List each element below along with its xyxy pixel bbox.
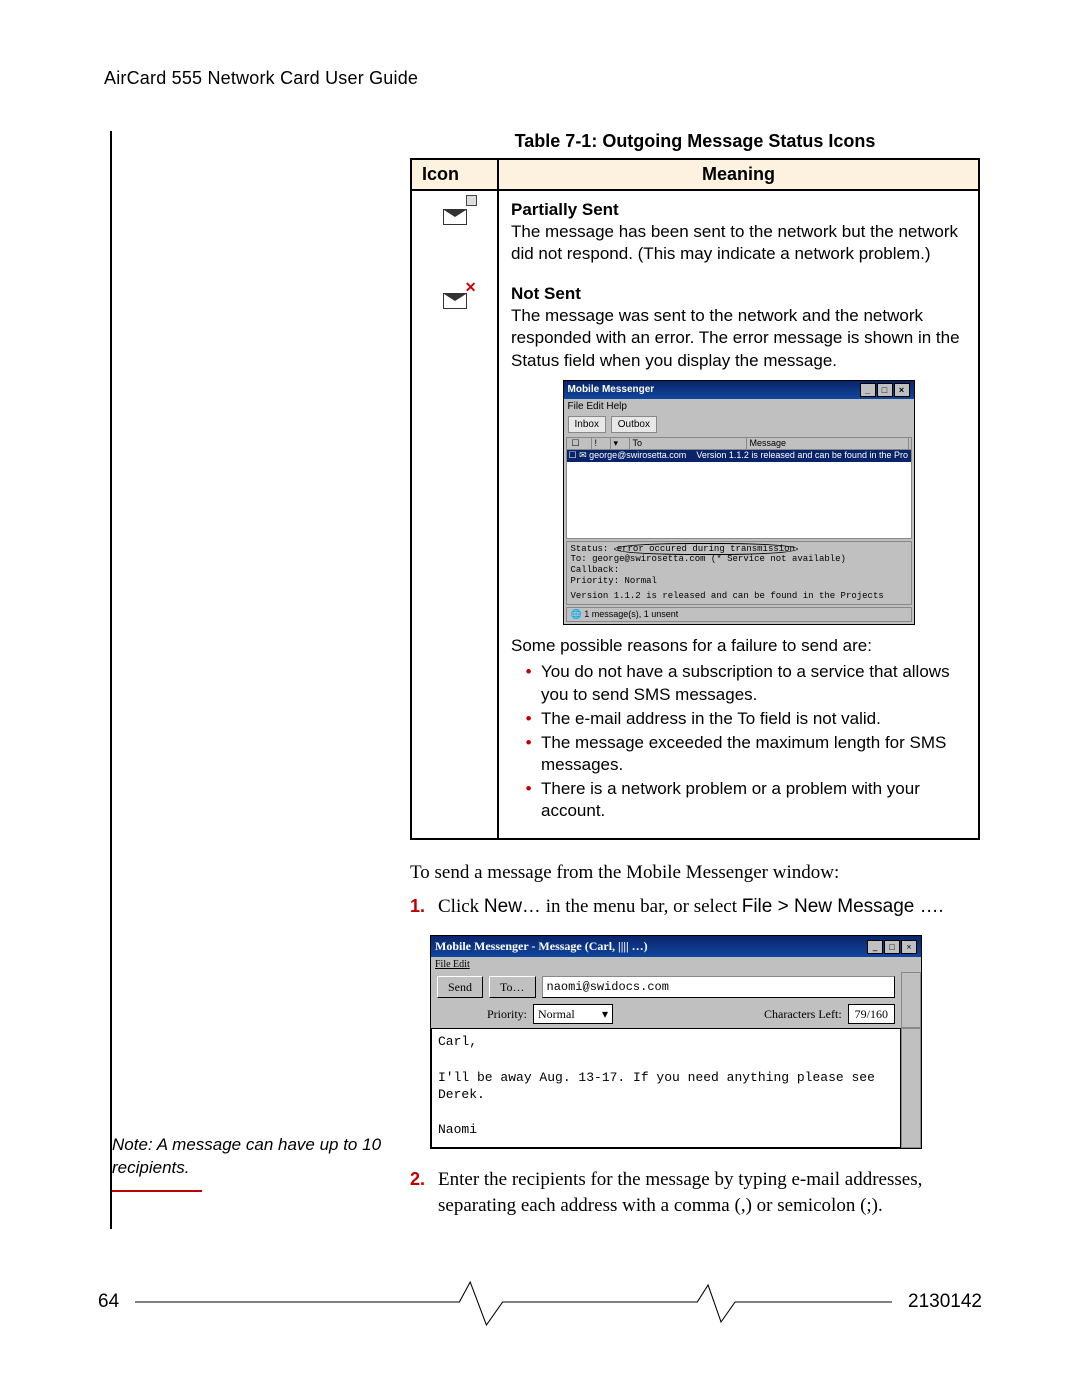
list-row[interactable]: ☐ ✉ george@swirosetta.com Version 1.1.2 …: [567, 450, 911, 462]
step-number: 1.: [410, 894, 438, 920]
chars-left-value: 79/160: [848, 1004, 895, 1024]
reason-item: The message exceeded the maximum length …: [541, 732, 966, 776]
scrollbar[interactable]: [901, 1028, 921, 1148]
titlebar: Mobile Messenger _□×: [564, 381, 914, 399]
menubar[interactable]: File Edit Help: [564, 399, 914, 414]
status-pane: Status: error occured during transmissio…: [566, 541, 912, 605]
col-icon: Icon: [411, 159, 498, 190]
status-body-line: Version 1.1.2 is released and can be fou…: [571, 591, 907, 602]
to-button[interactable]: To…: [489, 976, 536, 998]
list-col-to: To: [630, 438, 747, 450]
list-row-msg: Version 1.1.2 is released and can be fou…: [696, 450, 908, 460]
status-footer: 🌐 1 message(s), 1 unsent: [566, 607, 912, 623]
message-body[interactable]: Carl, I'll be away Aug. 13-17. If you ne…: [431, 1028, 901, 1148]
compose-window: Mobile Messenger - Message (Carl, |||| ……: [430, 935, 922, 1149]
col-meaning: Meaning: [498, 159, 979, 190]
to-field[interactable]: naomi@swidocs.com: [542, 976, 896, 998]
running-header: AirCard 555 Network Card User Guide: [0, 0, 1080, 89]
send-button[interactable]: Send: [437, 976, 483, 998]
margin-note: Note: A message can have up to 10 recipi…: [112, 1134, 382, 1192]
compose-menubar[interactable]: File Edit: [431, 957, 921, 973]
status-value: error occured during transmission: [614, 543, 798, 555]
page-footer: 64 2130142: [98, 1277, 982, 1327]
main-column: Table 7-1: Outgoing Message Status Icons…: [410, 131, 980, 1229]
instructions: To send a message from the Mobile Messen…: [410, 860, 980, 1219]
table-caption: Table 7-1: Outgoing Message Status Icons: [410, 131, 980, 152]
list-col-msg: Message: [747, 438, 909, 450]
reason-item: The e-mail address in the To field is no…: [541, 708, 966, 730]
priority-select[interactable]: Normal: [533, 1004, 613, 1024]
compose-title: Mobile Messenger - Message (Carl, |||| ……: [435, 938, 648, 954]
footer-divider-icon: [135, 1277, 892, 1327]
reason-item: You do not have a subscription to a serv…: [541, 661, 966, 705]
window-title: Mobile Messenger: [568, 383, 655, 397]
message-list[interactable]: ☐!▾ To Message ☐ ✉ george@swirosetta.com…: [566, 437, 912, 539]
step-number: 2.: [410, 1167, 438, 1218]
document-number: 2130142: [908, 1291, 982, 1313]
folder-tabs[interactable]: Inbox Outbox: [564, 414, 914, 435]
instructions-intro: To send a message from the Mobile Messen…: [410, 860, 980, 886]
compose-titlebar: Mobile Messenger - Message (Carl, |||| ……: [431, 936, 921, 956]
step-1: 1. Click New… in the menu bar, or select…: [410, 894, 980, 920]
chars-left-label: Characters Left:: [764, 1006, 842, 1022]
row-partially-sent: Partially Sent The message has been sent…: [411, 190, 979, 275]
scrollbar[interactable]: [901, 972, 921, 1028]
to-value: george@swirosetta.com (* Service not ava…: [592, 554, 846, 564]
window-controls[interactable]: _□×: [859, 383, 910, 397]
row1-body: The message has been sent to the network…: [511, 221, 966, 265]
margin-gutter: Note: A message can have up to 10 recipi…: [110, 131, 410, 1229]
menu-path: File > New Message …: [742, 896, 939, 917]
step-2-text: Enter the recipients for the message by …: [438, 1167, 980, 1218]
window-controls[interactable]: _□×: [866, 938, 917, 954]
callback-label: Callback:: [571, 565, 620, 575]
priority-label: Priority:: [487, 1006, 527, 1022]
row-not-sent: ✕ Not Sent The message was sent to the n…: [411, 275, 979, 839]
priority-label: Priority:: [571, 576, 620, 586]
tab-inbox[interactable]: Inbox: [568, 416, 606, 433]
row2-body: The message was sent to the network and …: [511, 305, 966, 371]
margin-note-rule: [112, 1190, 202, 1192]
margin-note-text: Note: A message can have up to 10 recipi…: [112, 1135, 381, 1177]
content-area: Note: A message can have up to 10 recipi…: [110, 89, 980, 1229]
partially-sent-icon: [443, 199, 467, 231]
status-icon-table: Icon Meaning Partially Sent The message …: [410, 158, 980, 840]
step-2: 2. Enter the recipients for the message …: [410, 1167, 980, 1218]
reasons-list: You do not have a subscription to a serv…: [511, 661, 966, 822]
reasons-intro: Some possible reasons for a failure to s…: [511, 635, 966, 657]
reason-item: There is a network problem or a problem …: [541, 778, 966, 822]
row1-heading: Partially Sent: [511, 199, 966, 221]
list-row-to: george@swirosetta.com: [589, 450, 686, 460]
menu-new: New…: [484, 896, 541, 917]
page-number: 64: [98, 1291, 119, 1313]
mobile-messenger-window: Mobile Messenger _□× File Edit Help Inbo…: [563, 380, 915, 626]
to-label: To:: [571, 554, 587, 564]
row2-heading: Not Sent: [511, 283, 966, 305]
priority-value: Normal: [625, 576, 657, 586]
not-sent-icon: ✕: [443, 283, 467, 315]
tab-outbox[interactable]: Outbox: [611, 416, 657, 433]
status-label: Status:: [571, 544, 609, 554]
